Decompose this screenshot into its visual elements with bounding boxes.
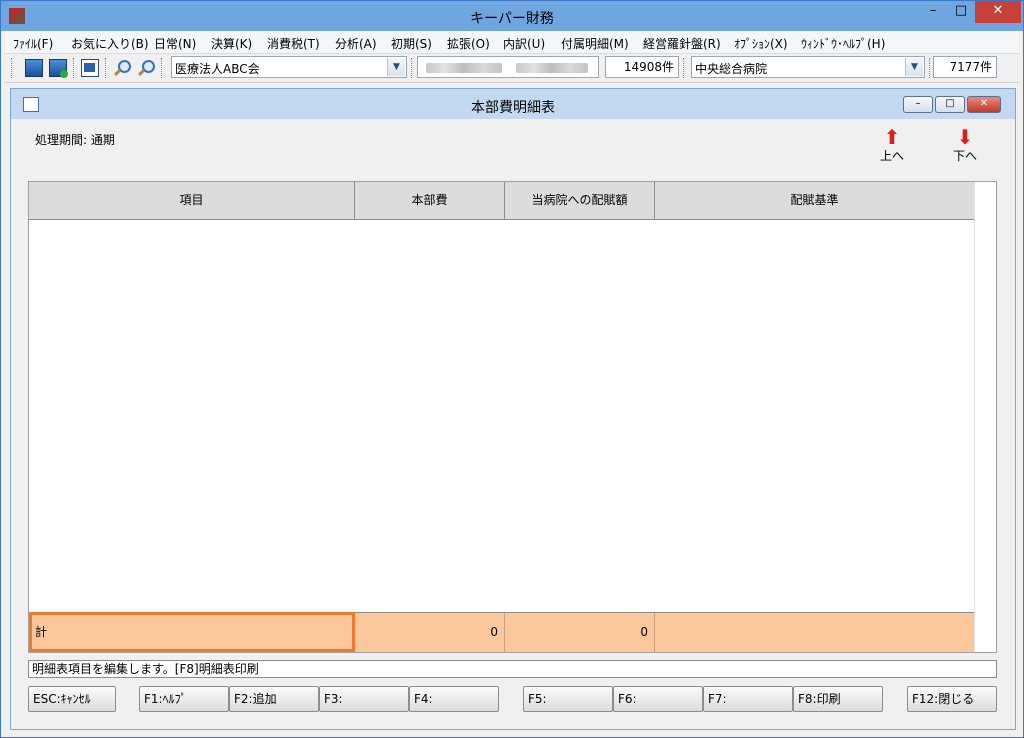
save-icon[interactable] <box>25 59 43 77</box>
move-up-label: 上へ <box>879 149 904 163</box>
f1-help-button[interactable]: F1:ﾍﾙﾌﾟ <box>139 686 229 712</box>
menu-bar: ﾌｧｲﾙ(F) お気に入り(B) 日常(N) 決算(K) 消費税(T) 分析(A… <box>5 31 1019 54</box>
toolbar-separator <box>73 58 77 78</box>
menu-breakdown[interactable]: 内訳(U) <box>503 35 545 52</box>
menu-window-help[interactable]: ｳｨﾝﾄﾞｳ･ﾍﾙﾌﾟ(H) <box>801 35 885 52</box>
f12-close-button[interactable]: F12:閉じる <box>907 686 997 712</box>
move-down-button[interactable]: ⬇ 下へ <box>945 127 985 164</box>
title-bar: キーパー財務 – □ ✕ <box>1 1 1023 31</box>
down-arrow-icon: ⬇ <box>956 125 974 149</box>
menu-analysis[interactable]: 分析(A) <box>335 35 377 52</box>
detail-title: 本部費明細表 <box>471 100 555 116</box>
menu-tax[interactable]: 消費税(T) <box>267 35 320 52</box>
menu-daily[interactable]: 日常(N) <box>154 35 196 52</box>
child-close-button[interactable]: ✕ <box>967 96 1001 113</box>
masked-text <box>426 63 502 73</box>
f4-button[interactable]: F4: <box>409 686 499 712</box>
column-header-basis[interactable]: 配賦基準 <box>655 182 975 220</box>
status-message: 明細表項目を編集します。[F8]明細表印刷 <box>28 660 997 678</box>
open-icon-fill <box>84 63 95 72</box>
f5-button[interactable]: F5: <box>523 686 613 712</box>
corporation-select[interactable]: 医療法人ABC会 ▼ <box>171 56 407 78</box>
f6-button[interactable]: F6: <box>613 686 703 712</box>
save-as-icon[interactable] <box>49 59 68 78</box>
total-label-cell[interactable]: 計 <box>29 612 355 652</box>
total-basis-cell[interactable] <box>655 612 975 652</box>
column-header-item[interactable]: 項目 <box>29 182 355 220</box>
close-button[interactable]: ✕ <box>975 1 1021 23</box>
toolbar-separator-3 <box>161 58 165 78</box>
column-header-hq-cost[interactable]: 本部費 <box>355 182 505 220</box>
zoom-in-icon[interactable] <box>113 59 131 77</box>
toolbar-separator-4 <box>411 58 415 78</box>
f7-button[interactable]: F7: <box>703 686 793 712</box>
facility-value: 中央総合病院 <box>695 62 768 76</box>
child-minimize-button[interactable]: – <box>903 96 933 113</box>
move-up-button[interactable]: ⬆ 上へ <box>872 127 912 164</box>
move-down-label: 下へ <box>952 149 977 163</box>
open-icon[interactable] <box>81 59 99 77</box>
menu-compass[interactable]: 経営羅針盤(R) <box>643 35 721 52</box>
total-hq-cost-cell[interactable]: 0 <box>355 612 505 652</box>
f3-button[interactable]: F3: <box>319 686 409 712</box>
minimize-button[interactable]: – <box>919 1 947 23</box>
grid-vertical-scrollbar[interactable] <box>974 182 996 652</box>
column-header-allocation[interactable]: 当病院への配賦額 <box>505 182 655 220</box>
zoom-in-handle <box>113 68 122 77</box>
corporation-count: 14908件 <box>605 56 679 78</box>
menu-attached[interactable]: 付属明細(M) <box>561 35 629 52</box>
save-as-badge <box>60 70 68 78</box>
detail-window: 本部費明細表 – □ ✕ 処理期間: 通期 ⬆ 上へ ⬇ 下へ 項目 本部費 当… <box>10 88 1016 730</box>
child-maximize-button[interactable]: □ <box>935 96 965 113</box>
toolbar-grip <box>11 58 15 78</box>
masked-field <box>417 56 599 78</box>
masked-text-2 <box>516 63 588 73</box>
main-window: キーパー財務 – □ ✕ ﾌｧｲﾙ(F) お気に入り(B) 日常(N) 決算(K… <box>0 0 1024 738</box>
toolbar-separator-5 <box>683 58 687 78</box>
f2-add-button[interactable]: F2:追加 <box>229 686 319 712</box>
toolbar-separator-2 <box>105 58 109 78</box>
up-arrow-icon: ⬆ <box>883 125 901 149</box>
menu-extension[interactable]: 拡張(O) <box>447 35 490 52</box>
facility-select[interactable]: 中央総合病院 ▼ <box>691 56 925 78</box>
zoom-out-icon[interactable] <box>137 59 155 77</box>
menu-file[interactable]: ﾌｧｲﾙ(F) <box>13 35 53 52</box>
facility-count: 7177件 <box>933 56 997 78</box>
maximize-button[interactable]: □ <box>947 1 975 23</box>
menu-options[interactable]: ｵﾌﾟｼｮﾝ(X) <box>734 35 788 52</box>
toolbar: 医療法人ABC会 ▼ 14908件 中央総合病院 ▼ 7177件 <box>5 54 1019 83</box>
combo-arrow-icon[interactable]: ▼ <box>905 58 923 76</box>
detail-grid[interactable]: 項目 本部費 当病院への配賦額 配賦基準 計 0 0 <box>28 181 997 653</box>
zoom-out-handle <box>137 68 146 77</box>
corporation-value: 医療法人ABC会 <box>175 62 260 76</box>
menu-initial[interactable]: 初期(S) <box>391 35 432 52</box>
detail-title-bar: 本部費明細表 – □ ✕ <box>11 89 1015 119</box>
combo-arrow-icon[interactable]: ▼ <box>387 58 405 76</box>
f8-print-button[interactable]: F8:印刷 <box>793 686 883 712</box>
menu-closing[interactable]: 決算(K) <box>211 35 252 52</box>
esc-cancel-button[interactable]: ESC:ｷｬﾝｾﾙ <box>28 686 116 712</box>
menu-favorites[interactable]: お気に入り(B) <box>71 35 149 52</box>
app-title: キーパー財務 <box>470 11 554 27</box>
period-label: 処理期間: 通期 <box>35 133 115 147</box>
total-allocation-cell[interactable]: 0 <box>505 612 655 652</box>
